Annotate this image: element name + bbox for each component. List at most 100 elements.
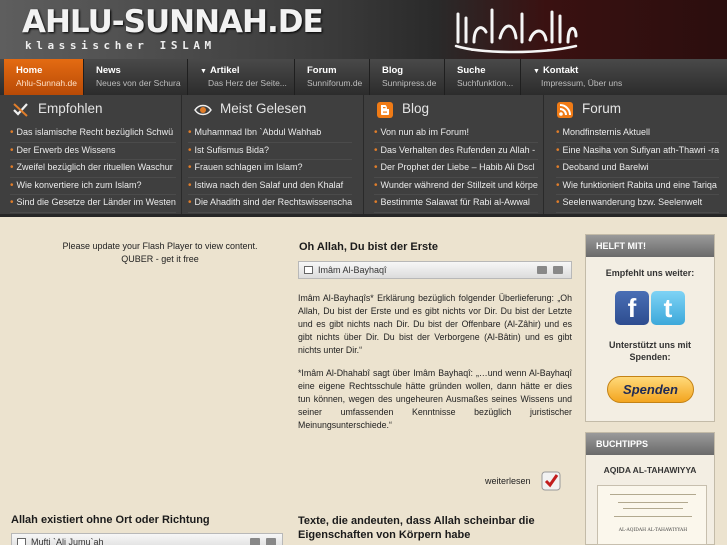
- article-body: Imâm Al-Bayhaqîs* Erklärung bezüglich fo…: [298, 292, 572, 442]
- article-paragraph: Imâm Al-Bayhaqîs* Erklärung bezüglich fo…: [298, 293, 572, 355]
- article-list: Von nun ab im Forum! Das Verhalten des R…: [374, 125, 538, 213]
- recommend-text: Empfehlt uns weiter:: [605, 268, 695, 278]
- column-title: Forum: [582, 101, 622, 116]
- article-title-line: Eigenschaften von Körpern habe: [298, 529, 471, 541]
- flash-get-link[interactable]: QUBER - get it free: [40, 253, 280, 266]
- book-title[interactable]: AQIDA AL-TAHAWIYYA: [586, 464, 714, 476]
- article-title[interactable]: Oh Allah, Du bist der Erste: [299, 241, 438, 253]
- dropdown-arrow-icon: ▼: [533, 68, 540, 75]
- nav-kontakt[interactable]: ▼ Kontakt Impressum, Über uns: [521, 59, 631, 95]
- article-title[interactable]: Allah existiert ohne Ort oder Richtung: [11, 514, 210, 526]
- list-item[interactable]: Ist Sufismus Bida?: [188, 143, 353, 161]
- list-item[interactable]: Seelenwanderung bzw. Seelenwelt: [556, 195, 720, 213]
- featured-panel: Empfohlen Das islamische Recht bezüglich…: [0, 95, 727, 217]
- article-title[interactable]: Texte, die andeuten, dass Allah scheinba…: [298, 514, 535, 542]
- support-text-1: Unterstützt uns mit: [609, 340, 691, 350]
- nav-news-sub: Neues von der Schura: [96, 78, 181, 88]
- nav-home[interactable]: Home Ahlu-Sunnah.de: [4, 59, 84, 95]
- article-paragraph: *Imâm Al-Dhahabî sagt über Imâm Bayhaqî:…: [298, 368, 572, 430]
- book-cover[interactable]: AL-AQIDAH AL-TAHAWIYYAH: [597, 485, 707, 545]
- list-item[interactable]: Wie konvertiere ich zum Islam?: [10, 178, 176, 196]
- list-item[interactable]: Das Verhalten des Rufenden zu Allah -: [374, 143, 538, 161]
- nav-blog-label: Blog: [382, 65, 404, 76]
- eye-icon: [194, 104, 212, 116]
- nav-suche[interactable]: Suche Suchfunktion...: [445, 59, 521, 95]
- list-item[interactable]: Bestimmte Salawat für Rabi al-Awwal: [374, 195, 538, 213]
- nav-suche-sub: Suchfunktion...: [457, 78, 514, 88]
- list-item[interactable]: Zweifel bezüglich der rituellen Waschur: [10, 160, 176, 178]
- read-more-icon[interactable]: [541, 471, 561, 491]
- list-item[interactable]: Eine Nasiha von Sufiyan ath-Thawri -ra: [556, 143, 720, 161]
- print-icon[interactable]: [537, 266, 547, 274]
- nav-kontakt-label: Kontakt: [542, 65, 579, 76]
- nav-news-label: News: [96, 65, 121, 76]
- dropdown-arrow-icon: ▼: [200, 68, 207, 75]
- book-cover-rule: [618, 502, 688, 503]
- list-item[interactable]: Frauen schlagen im Islam?: [188, 160, 353, 178]
- column-title: Meist Gelesen: [220, 101, 307, 116]
- book-cover-title: AL-AQIDAH AL-TAHAWIYYAH: [618, 528, 688, 533]
- nav-blog[interactable]: Blog Sunnipress.de: [370, 59, 445, 95]
- site-header: AHLU-SUNNAH.DE klassischer ISLAM: [0, 0, 727, 59]
- flash-placeholder: Please update your Flash Player to view …: [40, 240, 280, 266]
- column-forum: Forum Mondfinsternis Aktuell Eine Nasiha…: [544, 95, 727, 214]
- article-list: Muhammad Ibn `Abdul Wahhab Ist Sufismus …: [188, 125, 353, 213]
- book-cover-rule: [614, 516, 692, 517]
- author-bar: Imâm Al-Bayhaqî: [298, 261, 572, 279]
- document-icon: [17, 538, 26, 545]
- list-item[interactable]: Der Prophet der Liebe – Habib Ali Dscl: [374, 160, 538, 178]
- thumbs-icon: [13, 103, 28, 117]
- author-name[interactable]: Mufti `Ali Jumu`ah: [31, 537, 104, 545]
- nav-forum[interactable]: Forum Sunniforum.de: [295, 59, 370, 95]
- nav-forum-label: Forum: [307, 65, 337, 76]
- site-logo[interactable]: AHLU-SUNNAH.DE: [22, 4, 324, 40]
- donate-button[interactable]: Spenden: [607, 376, 694, 403]
- help-box-title: HELFT MIT!: [586, 235, 714, 257]
- list-item[interactable]: Der Erwerb des Wissens: [10, 143, 176, 161]
- support-text-2: Spenden:: [629, 352, 671, 362]
- column-title: Empfohlen: [38, 101, 103, 116]
- list-item[interactable]: Sind die Gesetze der Länder im Westen: [10, 195, 176, 213]
- nav-artikel-label: Artikel: [209, 65, 240, 76]
- nav-artikel-sub: Das Herz der Seite...: [208, 78, 287, 88]
- list-item[interactable]: Das islamische Recht bezüglich Schwü: [10, 125, 176, 143]
- list-item[interactable]: Wie funktioniert Rabita und eine Tariqa: [556, 178, 720, 196]
- twitter-icon[interactable]: t: [651, 291, 685, 325]
- list-item[interactable]: Istiwa nach den Salaf und den Khalaf: [188, 178, 353, 196]
- facebook-icon[interactable]: f: [615, 291, 649, 325]
- main-nav: Home Ahlu-Sunnah.de News Neues von der S…: [0, 59, 727, 95]
- flash-message: Please update your Flash Player to view …: [62, 241, 258, 251]
- column-title: Blog: [402, 101, 430, 116]
- list-item[interactable]: Die Ahadith sind der Rechtswissenscha: [188, 195, 353, 213]
- list-item[interactable]: Von nun ab im Forum!: [374, 125, 538, 143]
- blogger-icon: [377, 102, 393, 118]
- booktips-title: BUCHTIPPS: [586, 433, 714, 455]
- email-icon[interactable]: [266, 538, 276, 545]
- list-item[interactable]: Muhammad Ibn `Abdul Wahhab: [188, 125, 353, 143]
- nav-kontakt-sub: Impressum, Über uns: [541, 78, 623, 88]
- article-list: Mondfinsternis Aktuell Eine Nasiha von S…: [556, 125, 720, 213]
- nav-blog-sub: Sunnipress.de: [382, 78, 437, 88]
- author-bar: Mufti `Ali Jumu`ah: [11, 533, 283, 545]
- list-item[interactable]: Mondfinsternis Aktuell: [556, 125, 720, 143]
- article-list: Das islamische Recht bezüglich Schwü Der…: [10, 125, 176, 213]
- author-name[interactable]: Imâm Al-Bayhaqî: [318, 265, 387, 275]
- column-empfohlen: Empfohlen Das islamische Recht bezüglich…: [0, 95, 182, 214]
- list-item[interactable]: Deoband und Barelwi: [556, 160, 720, 178]
- calligraphy-emblem: [454, 8, 578, 54]
- read-more-link[interactable]: weiterlesen: [485, 476, 531, 486]
- rss-icon: [557, 102, 573, 118]
- print-icon[interactable]: [250, 538, 260, 545]
- nav-artikel[interactable]: ▼ Artikel Das Herz der Seite...: [188, 59, 295, 95]
- nav-home-label: Home: [16, 65, 43, 76]
- book-cover-rule: [623, 508, 683, 509]
- book-cover-rule: [610, 494, 696, 495]
- document-icon: [304, 266, 313, 274]
- nav-forum-sub: Sunniforum.de: [307, 78, 363, 88]
- nav-home-sub: Ahlu-Sunnah.de: [16, 78, 77, 88]
- site-tagline: klassischer ISLAM: [25, 39, 216, 52]
- list-item[interactable]: Wunder während der Stillzeit und körpe: [374, 178, 538, 196]
- email-icon[interactable]: [553, 266, 563, 274]
- nav-news[interactable]: News Neues von der Schura: [84, 59, 188, 95]
- column-meist-gelesen: Meist Gelesen Muhammad Ibn `Abdul Wahhab…: [182, 95, 364, 214]
